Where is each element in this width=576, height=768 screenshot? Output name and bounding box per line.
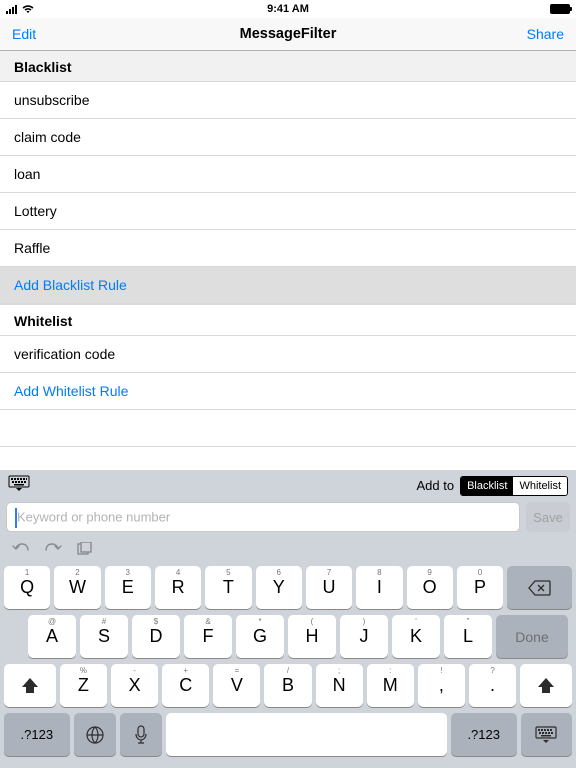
- shift-icon: [536, 676, 556, 696]
- keyword-input[interactable]: Keyword or phone number: [6, 502, 520, 532]
- key-.[interactable]: ?.: [469, 664, 516, 707]
- key-d[interactable]: $D: [132, 615, 180, 658]
- key-t[interactable]: 5T: [205, 566, 251, 609]
- key-e[interactable]: 3E: [105, 566, 151, 609]
- add-whitelist-rule-button[interactable]: Add Whitelist Rule: [0, 373, 576, 410]
- key-h[interactable]: (H: [288, 615, 336, 658]
- key-w[interactable]: 2W: [54, 566, 100, 609]
- keyboard-area: Add to Blacklist Whitelist Keyword or ph…: [0, 470, 576, 768]
- page-title: MessageFilter: [240, 26, 337, 42]
- keyboard-hide-icon: [535, 726, 557, 744]
- blacklist-rule-row[interactable]: Raffle: [0, 230, 576, 267]
- cellular-signal-icon: [6, 5, 17, 14]
- backspace-icon: [528, 579, 552, 597]
- empty-row: [0, 410, 576, 447]
- blacklist-rule-row[interactable]: Lottery: [0, 193, 576, 230]
- addto-segmented-control[interactable]: Blacklist Whitelist: [460, 476, 568, 496]
- edit-button[interactable]: Edit: [12, 26, 56, 42]
- key-q[interactable]: 1Q: [4, 566, 50, 609]
- battery-icon: [550, 4, 570, 14]
- segment-blacklist[interactable]: Blacklist: [461, 477, 513, 495]
- add-blacklist-rule-button[interactable]: Add Blacklist Rule: [0, 267, 576, 304]
- key-u[interactable]: 7U: [306, 566, 352, 609]
- navigation-bar: Edit MessageFilter Share: [0, 18, 576, 51]
- keyword-input-placeholder: Keyword or phone number: [17, 510, 170, 525]
- shift-key[interactable]: [520, 664, 572, 707]
- numbers-key[interactable]: .?123: [4, 713, 70, 756]
- dismiss-keyboard-button[interactable]: [8, 475, 30, 496]
- space-key[interactable]: [166, 713, 447, 756]
- hide-keyboard-key[interactable]: [521, 713, 573, 756]
- key-l[interactable]: "L: [444, 615, 492, 658]
- wifi-icon: [21, 4, 35, 14]
- whitelist-section-header: Whitelist: [0, 304, 576, 336]
- key-m[interactable]: :M: [367, 664, 414, 707]
- empty-row: [0, 447, 576, 470]
- blacklist-rule-row[interactable]: unsubscribe: [0, 82, 576, 119]
- status-bar: 9:41 AM: [0, 0, 576, 18]
- keyboard-shortcut-bar: [0, 538, 576, 562]
- numbers-key-right[interactable]: .?123: [451, 713, 517, 756]
- blacklist-rule-row[interactable]: loan: [0, 156, 576, 193]
- save-button[interactable]: Save: [526, 502, 570, 532]
- segment-whitelist[interactable]: Whitelist: [513, 477, 567, 495]
- backspace-key[interactable]: [507, 566, 572, 609]
- key-,[interactable]: !,: [418, 664, 465, 707]
- blacklist-section-header: Blacklist: [0, 51, 576, 82]
- key-p[interactable]: 0P: [457, 566, 503, 609]
- key-y[interactable]: 6Y: [256, 566, 302, 609]
- onscreen-keyboard: 1Q2W3E4R5T6Y7U8I9O0P @A#S$D&F*G(H)J'K"LD…: [0, 562, 576, 768]
- key-k[interactable]: 'K: [392, 615, 440, 658]
- key-g[interactable]: *G: [236, 615, 284, 658]
- mic-icon: [134, 725, 148, 745]
- key-s[interactable]: #S: [80, 615, 128, 658]
- globe-key[interactable]: [74, 713, 116, 756]
- key-j[interactable]: )J: [340, 615, 388, 658]
- shift-icon: [20, 676, 40, 696]
- key-v[interactable]: =V: [213, 664, 260, 707]
- blacklist-rule-row[interactable]: claim code: [0, 119, 576, 156]
- undo-icon[interactable]: [12, 542, 30, 556]
- dictate-key[interactable]: [120, 713, 162, 756]
- done-key[interactable]: Done: [496, 615, 568, 658]
- redo-icon[interactable]: [44, 542, 62, 556]
- key-z[interactable]: %Z: [60, 664, 107, 707]
- key-r[interactable]: 4R: [155, 566, 201, 609]
- key-b[interactable]: /B: [264, 664, 311, 707]
- key-c[interactable]: +C: [162, 664, 209, 707]
- addto-label: Add to: [417, 478, 455, 493]
- key-o[interactable]: 9O: [407, 566, 453, 609]
- whitelist-rule-row[interactable]: verification code: [0, 336, 576, 373]
- share-button[interactable]: Share: [520, 26, 564, 42]
- clipboard-icon[interactable]: [76, 542, 92, 556]
- key-n[interactable]: ;N: [316, 664, 363, 707]
- shift-key[interactable]: [4, 664, 56, 707]
- key-x[interactable]: -X: [111, 664, 158, 707]
- globe-icon: [85, 725, 105, 745]
- rules-list[interactable]: Blacklist unsubscribe claim code loan Lo…: [0, 51, 576, 470]
- status-time: 9:41 AM: [267, 3, 309, 15]
- key-i[interactable]: 8I: [356, 566, 402, 609]
- key-a[interactable]: @A: [28, 615, 76, 658]
- key-f[interactable]: &F: [184, 615, 232, 658]
